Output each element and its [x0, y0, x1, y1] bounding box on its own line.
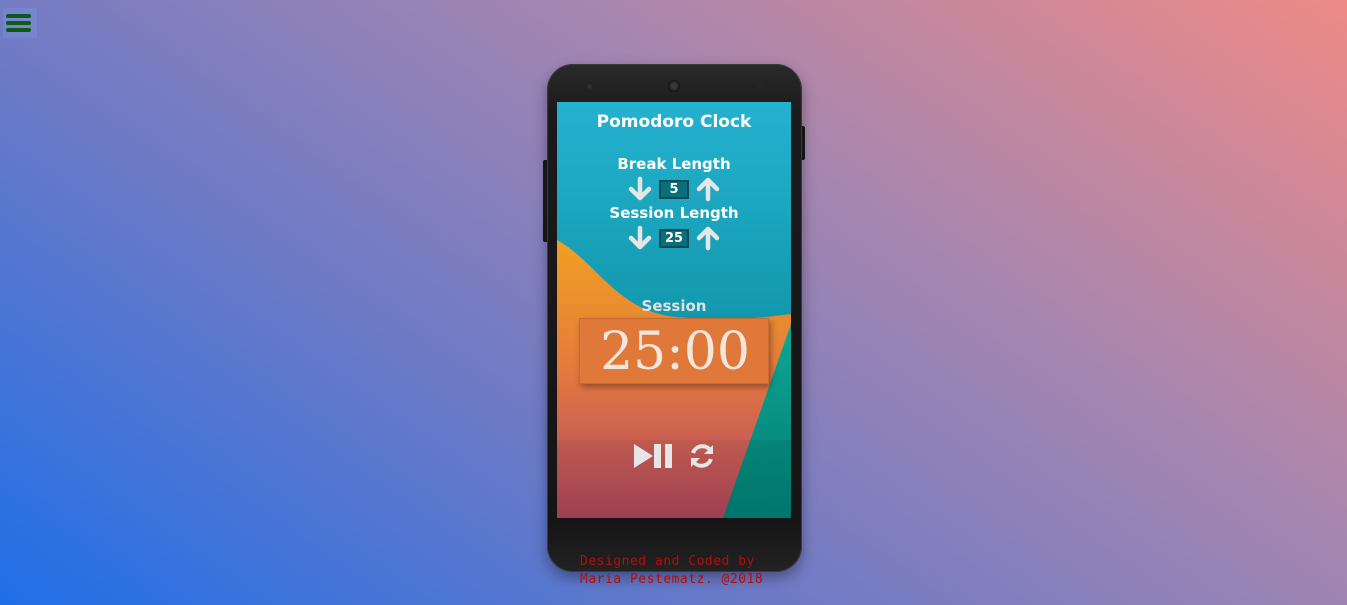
arrow-up-icon[interactable] — [695, 176, 721, 202]
play-pause-icon[interactable] — [633, 442, 679, 470]
menu-bar — [6, 28, 31, 32]
session-length-label: Session Length — [609, 204, 739, 222]
footer-line-2: Maria Pestematz. @2018 — [580, 572, 764, 587]
footer-credit: Designed and Coded by Maria Pestematz. @… — [580, 553, 780, 589]
break-length-value: 5 — [659, 180, 689, 199]
hamburger-menu-button[interactable] — [3, 8, 37, 38]
arrow-down-icon[interactable] — [627, 225, 653, 251]
session-length-value: 25 — [659, 229, 689, 248]
phone-sensor — [587, 84, 592, 89]
timer-display: 25:00 — [579, 318, 769, 384]
phone-speaker — [757, 84, 767, 88]
menu-bar — [6, 14, 31, 18]
session-length-control: 25 — [557, 225, 791, 251]
arrow-down-icon[interactable] — [627, 176, 653, 202]
arrow-up-icon[interactable] — [695, 225, 721, 251]
break-length-label: Break Length — [617, 155, 731, 173]
timer-controls — [557, 440, 791, 480]
footer-line-1: Designed and Coded by — [580, 554, 755, 569]
refresh-icon[interactable] — [687, 441, 717, 471]
break-length-control: 5 — [557, 176, 791, 202]
timer-time: 25:00 — [600, 322, 750, 382]
app-title: Pomodoro Clock — [596, 112, 752, 132]
menu-bar — [6, 21, 31, 25]
clock-screen: Pomodoro Clock Break Length 5 Session Le… — [557, 102, 791, 518]
phone-camera — [668, 80, 680, 92]
timer-mode-label: Session — [641, 297, 707, 315]
